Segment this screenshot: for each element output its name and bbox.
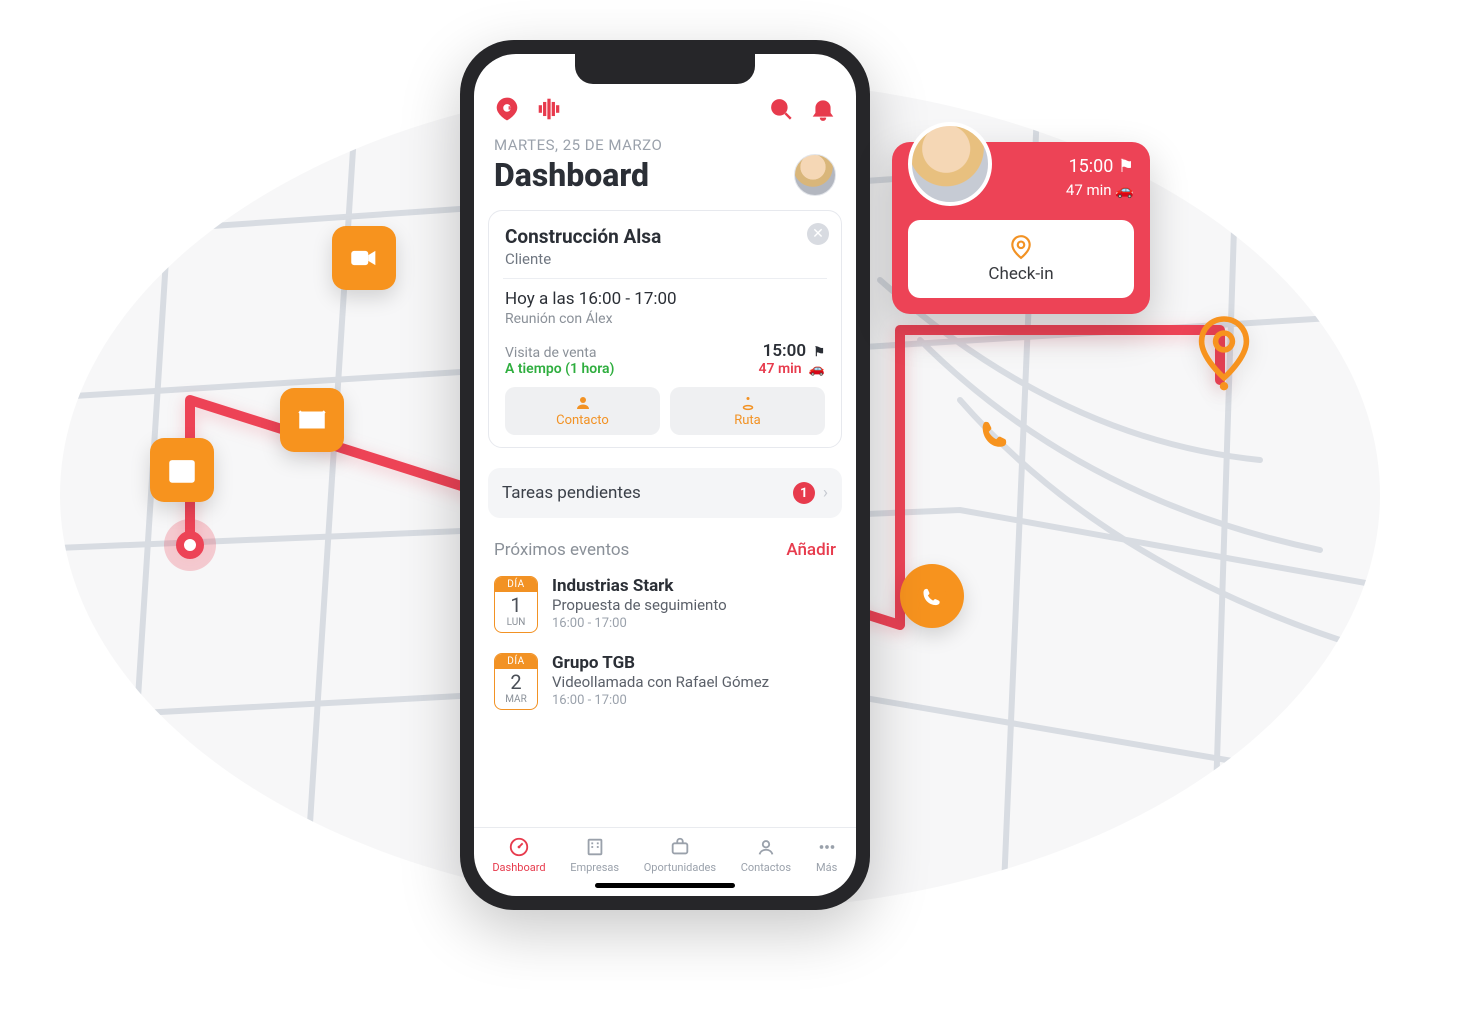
- event-datebox: DÍA 1 LUN: [494, 576, 538, 633]
- event-datebox: DÍA 2 MAR: [494, 653, 538, 710]
- event-time-range: 16:00 - 17:00: [552, 693, 769, 708]
- tab-contacts[interactable]: Contactos: [741, 836, 791, 874]
- tab-companies[interactable]: Empresas: [570, 836, 619, 874]
- flag-icon: ⚑: [810, 345, 825, 360]
- card-company: Construcción Alsa: [505, 225, 825, 248]
- datebox-day: 2: [495, 669, 537, 694]
- user-avatar[interactable]: [794, 154, 836, 196]
- calendar-icon: [150, 438, 214, 502]
- destination-pin-icon: [1196, 316, 1252, 396]
- datebox-top: DÍA: [495, 577, 537, 592]
- phone-notch: [575, 54, 755, 84]
- card-meeting: Reunión con Álex: [505, 311, 825, 327]
- pending-tasks-row[interactable]: Tareas pendientes 1 ›: [488, 468, 842, 518]
- event-time-range: 16:00 - 17:00: [552, 616, 727, 631]
- flag-icon: ⚑: [1118, 156, 1134, 177]
- search-icon[interactable]: [768, 96, 794, 126]
- checkin-popover: 15:00 ⚑ 47 min 🚗 Check-in: [892, 142, 1150, 314]
- event-item[interactable]: DÍA 1 LUN Industrias Stark Propuesta de …: [474, 566, 856, 643]
- card-role: Cliente: [505, 250, 825, 268]
- tab-label: Empresas: [570, 861, 619, 874]
- checkin-button[interactable]: Check-in: [908, 220, 1134, 298]
- event-name: Industrias Stark: [552, 576, 727, 596]
- travel-time: 47 min: [758, 361, 801, 377]
- checkin-label: Check-in: [988, 264, 1053, 284]
- contact-avatar[interactable]: [908, 122, 992, 206]
- video-icon: [332, 226, 396, 290]
- tab-label: Dashboard: [492, 861, 545, 874]
- whatsapp-icon: [900, 564, 964, 628]
- event-item[interactable]: DÍA 2 MAR Grupo TGB Videollamada con Raf…: [474, 643, 856, 720]
- card-when: Hoy a las 16:00 - 17:00: [505, 289, 825, 309]
- bell-icon[interactable]: [810, 96, 836, 126]
- app-logo-icon[interactable]: [494, 96, 520, 126]
- car-icon: 🚗: [806, 362, 825, 377]
- datebox-month: LUN: [495, 617, 537, 632]
- route-button[interactable]: Ruta: [670, 387, 825, 435]
- close-card-icon[interactable]: ✕: [807, 223, 829, 245]
- chevron-right-icon: ›: [823, 483, 828, 503]
- event-desc: Videollamada con Rafael Gómez: [552, 673, 769, 691]
- tab-label: Más: [816, 861, 837, 874]
- popover-time: 15:00: [1069, 156, 1114, 177]
- route-origin-dot: [176, 531, 204, 559]
- phone-icon: [966, 408, 1022, 464]
- event-name: Grupo TGB: [552, 653, 769, 673]
- divider: [503, 278, 827, 279]
- date-label: MARTES, 25 DE MARZO: [474, 130, 856, 154]
- audio-wave-icon[interactable]: [536, 96, 562, 126]
- phone-frame: MARTES, 25 DE MARZO Dashboard ✕ Construc…: [460, 40, 870, 910]
- datebox-day: 1: [495, 592, 537, 617]
- on-time-label: A tiempo (1 hora): [505, 361, 614, 377]
- next-visit-card: ✕ Construcción Alsa Cliente Hoy a las 16…: [488, 210, 842, 448]
- tab-more[interactable]: Más: [816, 836, 838, 874]
- tab-label: Oportunidades: [644, 861, 716, 874]
- pending-count-badge: 1: [793, 482, 815, 504]
- visit-type-label: Visita de venta: [505, 345, 614, 361]
- tab-dashboard[interactable]: Dashboard: [492, 836, 545, 874]
- tab-label: Contactos: [741, 861, 791, 874]
- contact-button-label: Contacto: [556, 413, 609, 428]
- datebox-top: DÍA: [495, 654, 537, 669]
- pending-tasks-label: Tareas pendientes: [502, 483, 641, 503]
- datebox-month: MAR: [495, 694, 537, 709]
- phone-screen: MARTES, 25 DE MARZO Dashboard ✕ Construc…: [474, 54, 856, 896]
- tab-opportunities[interactable]: Oportunidades: [644, 836, 716, 874]
- mail-icon: [280, 388, 344, 452]
- visit-time: 15:00: [763, 341, 806, 361]
- contact-button[interactable]: Contacto: [505, 387, 660, 435]
- home-indicator: [595, 883, 735, 888]
- upcoming-label: Próximos eventos: [494, 540, 629, 560]
- car-icon: 🚗: [1115, 181, 1134, 199]
- event-desc: Propuesta de seguimiento: [552, 596, 727, 614]
- page-title: Dashboard: [494, 156, 649, 194]
- add-event-button[interactable]: Añadir: [786, 540, 836, 560]
- route-button-label: Ruta: [734, 413, 761, 428]
- popover-travel: 47 min: [1066, 181, 1112, 199]
